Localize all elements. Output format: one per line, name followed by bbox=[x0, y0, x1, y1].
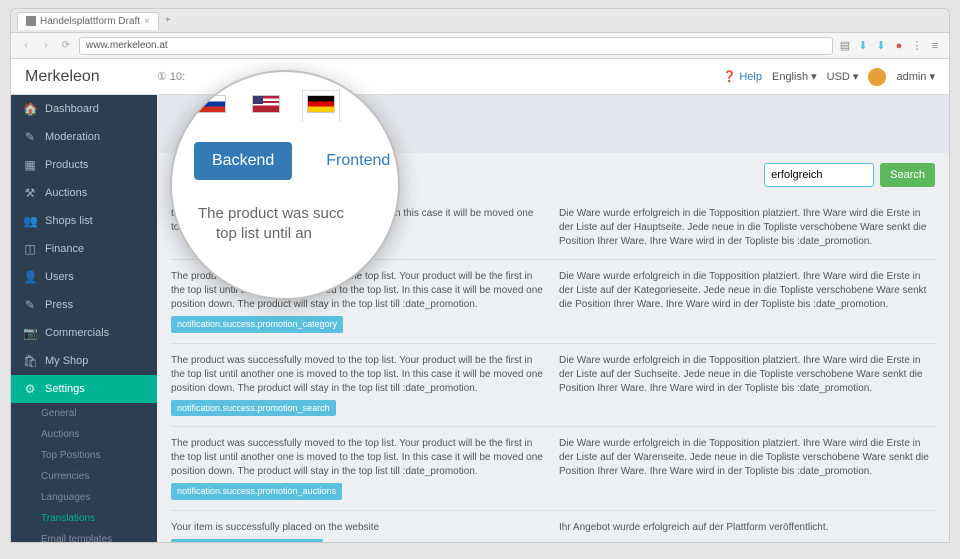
ext-icon[interactable]: ⬇ bbox=[857, 40, 869, 52]
sidebar-sub-currencies[interactable]: Currencies bbox=[11, 466, 157, 487]
scope-tabs: Backend Frontend bbox=[194, 142, 376, 180]
sidebar-item-label: Products bbox=[45, 159, 88, 171]
sidebar-item-auctions[interactable]: ⚒ Auctions bbox=[11, 179, 157, 207]
sidebar-item-label: Finance bbox=[45, 243, 84, 255]
app-body: 🏠 Dashboard ✎ Moderation ▦ Products ⚒ Auctio… bbox=[11, 95, 949, 542]
search-input[interactable] bbox=[764, 163, 874, 187]
moderation-icon: ✎ bbox=[23, 130, 37, 144]
sidebar-item-settings[interactable]: ⚙ Settings bbox=[11, 375, 157, 403]
browser-extensions: ▤ ⬇ ⬇ ● ⋮ ≡ bbox=[839, 40, 941, 52]
users-icon: 👤 bbox=[23, 270, 37, 284]
target-text[interactable]: Die Ware wurde erfolgreich in die Toppos… bbox=[559, 437, 935, 500]
language-dropdown[interactable]: English ▾ bbox=[772, 70, 817, 83]
table-row: The product was successfully moved to th… bbox=[171, 344, 935, 428]
forward-icon[interactable]: › bbox=[39, 39, 53, 53]
browser-window: Handelsplattform Draft × + ‹ › ⟳ www.mer… bbox=[10, 8, 950, 543]
header-right: ❓ Help English ▾ USD ▾ admin ▾ bbox=[723, 68, 935, 86]
flag-us[interactable] bbox=[248, 91, 284, 122]
tab-title: Handelsplattform Draft bbox=[40, 16, 140, 27]
preview-text: The product was succ top list until an bbox=[194, 204, 376, 243]
sidebar-sub-auctions[interactable]: Auctions bbox=[11, 424, 157, 445]
app-root: Merkeleon ① 10: ❓ Help English ▾ USD ▾ a… bbox=[11, 59, 949, 542]
sidebar-sub-toppositions[interactable]: Top Positions bbox=[11, 445, 157, 466]
target-text[interactable]: Die Ware wurde erfolgreich in die Toppos… bbox=[559, 270, 935, 333]
ext-icon[interactable]: ⋮ bbox=[911, 40, 923, 52]
avatar[interactable] bbox=[868, 68, 886, 86]
source-text[interactable]: Your item is successfully placed on the … bbox=[171, 521, 547, 542]
sidebar-item-finance[interactable]: ◫ Finance bbox=[11, 235, 157, 263]
products-icon: ▦ bbox=[23, 158, 37, 172]
back-icon[interactable]: ‹ bbox=[19, 39, 33, 53]
commercials-icon: 📷 bbox=[23, 326, 37, 340]
translation-key-tag: notification.success.promotion_search bbox=[171, 400, 336, 417]
myshop-icon: 🛍 bbox=[23, 354, 37, 368]
sidebar-item-label: Users bbox=[45, 271, 74, 283]
sidebar-item-users[interactable]: 👤 Users bbox=[11, 263, 157, 291]
gear-icon: ⚙ bbox=[23, 382, 37, 396]
sidebar-item-label: My Shop bbox=[45, 355, 88, 367]
press-icon: ✎ bbox=[23, 298, 37, 312]
ext-icon[interactable]: ● bbox=[893, 40, 905, 52]
app-header: Merkeleon ① 10: ❓ Help English ▾ USD ▾ a… bbox=[11, 59, 949, 95]
brand-logo[interactable]: Merkeleon bbox=[25, 68, 157, 86]
shops-icon: 👥 bbox=[23, 214, 37, 228]
sidebar-item-products[interactable]: ▦ Products bbox=[11, 151, 157, 179]
source-text[interactable]: The product was successfully moved to th… bbox=[171, 354, 547, 417]
sidebar-item-dashboard[interactable]: 🏠 Dashboard bbox=[11, 95, 157, 123]
menu-icon[interactable]: ≡ bbox=[929, 40, 941, 52]
translation-key-tag: notification.success.promotion_auctions bbox=[171, 483, 342, 500]
table-row: Your item is successfully placed on the … bbox=[171, 511, 935, 542]
sidebar-item-label: Settings bbox=[45, 383, 85, 395]
target-text[interactable]: Die Ware wurde erfolgreich in die Toppos… bbox=[559, 207, 935, 249]
sidebar: 🏠 Dashboard ✎ Moderation ▦ Products ⚒ Auctio… bbox=[11, 95, 157, 542]
sidebar-item-label: Auctions bbox=[45, 187, 87, 199]
sidebar-item-myshop[interactable]: 🛍 My Shop bbox=[11, 347, 157, 375]
favicon-icon bbox=[26, 16, 36, 26]
search-button[interactable]: Search bbox=[880, 163, 935, 187]
new-tab-button[interactable]: + bbox=[165, 15, 171, 26]
tab-frontend[interactable]: Frontend bbox=[308, 142, 400, 180]
dashboard-icon: 🏠 bbox=[23, 102, 37, 116]
sidebar-item-press[interactable]: ✎ Press bbox=[11, 291, 157, 319]
source-text[interactable]: The product was successfully moved to th… bbox=[171, 437, 547, 500]
reload-icon[interactable]: ⟳ bbox=[59, 39, 73, 53]
currency-dropdown[interactable]: USD ▾ bbox=[827, 70, 859, 83]
auctions-icon: ⚒ bbox=[23, 186, 37, 200]
tab-close-icon[interactable]: × bbox=[144, 16, 150, 27]
translation-key-tag: notification.success.auction_create bbox=[171, 539, 323, 542]
sidebar-item-label: Moderation bbox=[45, 131, 100, 143]
tab-backend[interactable]: Backend bbox=[194, 142, 292, 180]
sidebar-item-label: Commercials bbox=[45, 327, 109, 339]
usa-flag-icon bbox=[252, 95, 280, 113]
ext-icon[interactable]: ▤ bbox=[839, 40, 851, 52]
url-text: www.merkeleon.at bbox=[86, 40, 168, 51]
help-link[interactable]: ❓ Help bbox=[723, 70, 762, 83]
url-input[interactable]: www.merkeleon.at bbox=[79, 37, 833, 55]
ext-icon[interactable]: ⬇ bbox=[875, 40, 887, 52]
table-row: The product was successfully moved to th… bbox=[171, 427, 935, 511]
sidebar-item-moderation[interactable]: ✎ Moderation bbox=[11, 123, 157, 151]
translation-key-tag: notification.success.promotion_category bbox=[171, 316, 343, 333]
sidebar-sub-general[interactable]: General bbox=[11, 403, 157, 424]
browser-address-bar: ‹ › ⟳ www.merkeleon.at ▤ ⬇ ⬇ ● ⋮ ≡ bbox=[11, 33, 949, 59]
finance-icon: ◫ bbox=[23, 242, 37, 256]
browser-tab[interactable]: Handelsplattform Draft × bbox=[17, 12, 159, 30]
sidebar-sub-translations[interactable]: Translations bbox=[11, 508, 157, 529]
target-text[interactable]: Ihr Angebot wurde erfolgreich auf der Pl… bbox=[559, 521, 935, 542]
sidebar-sub-languages[interactable]: Languages bbox=[11, 487, 157, 508]
sidebar-sub-emailtemplates[interactable]: Email templates bbox=[11, 529, 157, 542]
language-flags bbox=[194, 90, 376, 122]
user-dropdown[interactable]: admin ▾ bbox=[896, 70, 935, 83]
browser-tab-bar: Handelsplattform Draft × + bbox=[11, 9, 949, 33]
flag-de[interactable] bbox=[302, 90, 340, 122]
sidebar-item-label: Dashboard bbox=[45, 103, 99, 115]
sidebar-item-label: Press bbox=[45, 299, 73, 311]
germany-flag-icon bbox=[307, 95, 335, 113]
sidebar-item-label: Shops list bbox=[45, 215, 93, 227]
sidebar-item-commercials[interactable]: 📷 Commercials bbox=[11, 319, 157, 347]
sidebar-item-shops[interactable]: 👥 Shops list bbox=[11, 207, 157, 235]
magnifier-overlay: Backend Frontend The product was succ to… bbox=[170, 70, 400, 300]
target-text[interactable]: Die Ware wurde erfolgreich in die Toppos… bbox=[559, 354, 935, 417]
